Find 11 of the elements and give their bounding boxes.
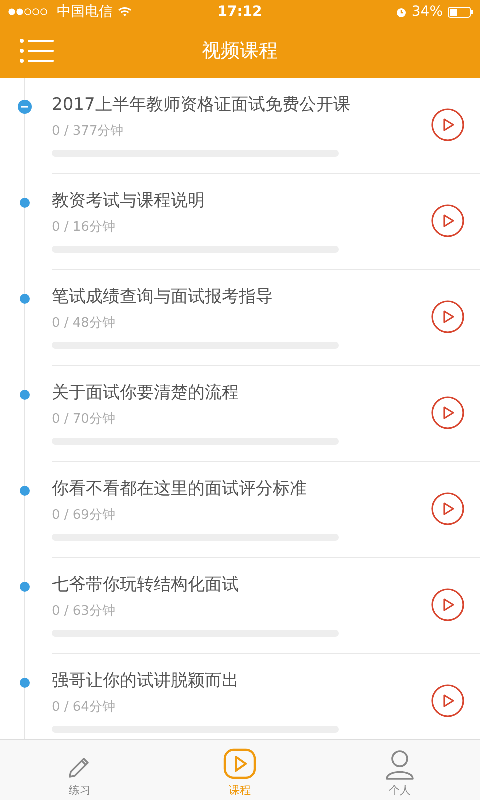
- lesson-progress-text: 0 / 64分钟: [52, 699, 116, 716]
- lesson-progress-text: 0 / 48分钟: [52, 315, 116, 332]
- lesson-progress-text: 0 / 377分钟: [52, 123, 124, 140]
- status-time: 17:12: [218, 4, 262, 20]
- lesson-progress-text: 0 / 63分钟: [52, 603, 116, 620]
- lesson-progress-text: 0 / 69分钟: [52, 507, 116, 524]
- lesson-progress-text: 0 / 16分钟: [52, 219, 116, 236]
- page-title: 视频课程: [202, 39, 278, 64]
- battery-percent: 34%: [412, 4, 443, 20]
- lesson-progress-text: 0 / 70分钟: [52, 411, 116, 428]
- carrier-name: 中国电信: [57, 3, 113, 21]
